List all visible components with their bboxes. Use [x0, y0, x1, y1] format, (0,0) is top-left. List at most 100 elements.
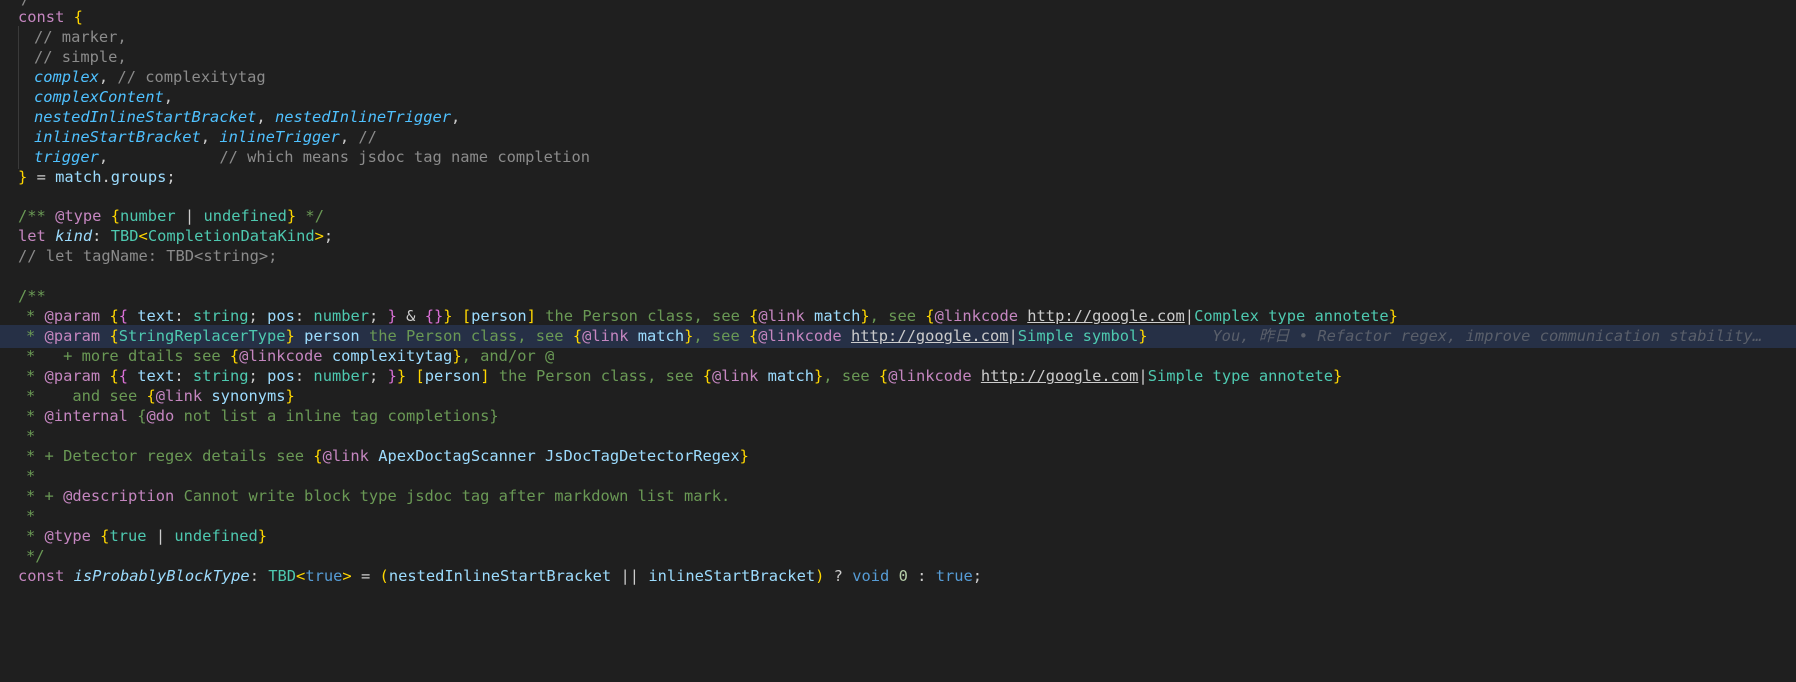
- code-token: */: [26, 547, 45, 565]
- git-blame-annotation[interactable]: You, 昨日 • Refactor regex, improve commun…: [1212, 327, 1762, 345]
- code-token: :: [917, 567, 927, 585]
- url-link[interactable]: http://google.com: [851, 327, 1009, 345]
- code-token: @param: [44, 327, 101, 345]
- code-token: the Person class, see: [368, 327, 564, 345]
- code-token: //: [358, 128, 377, 146]
- code-token: undefined: [174, 527, 258, 545]
- code-token: @internal: [44, 407, 128, 425]
- code-token: match: [55, 168, 102, 186]
- code-token: */: [305, 207, 324, 225]
- code-line[interactable]: // let tagName: TBD<string>;: [0, 245, 1796, 268]
- code-token: string: [192, 307, 249, 325]
- code-token: inlineStartBracket: [648, 567, 816, 585]
- code-token: the Person class, see: [498, 367, 694, 385]
- code-token: ||: [620, 567, 640, 585]
- code-token: |: [184, 207, 195, 225]
- code-token: @param: [44, 367, 101, 385]
- code-token: nestedInlineTrigger: [274, 108, 451, 126]
- code-token: @do: [146, 407, 175, 425]
- code-token: string: [192, 367, 249, 385]
- code-token: groups: [110, 168, 167, 186]
- code-token: @link: [582, 327, 629, 345]
- code-token: StringReplacerType: [118, 327, 286, 345]
- code-token: , see: [823, 367, 870, 385]
- code-token: @link: [155, 387, 203, 405]
- code-token: =: [36, 168, 46, 186]
- code-token: const: [18, 567, 65, 585]
- code-token: @type: [44, 527, 91, 545]
- code-token: let: [18, 227, 46, 245]
- code-token: // let tagName: TBD<string>;: [18, 247, 278, 265]
- code-token: pos: [267, 307, 295, 325]
- code-token: , see: [693, 327, 740, 345]
- code-token: , see: [869, 307, 917, 325]
- code-token: const: [18, 8, 65, 26]
- code-token: match: [814, 307, 861, 325]
- code-token: nestedInlineStartBracket: [34, 108, 257, 126]
- code-token: // complexitytag: [117, 68, 266, 86]
- code-token: inlineStartBracket: [34, 128, 201, 146]
- code-token: the Person class, see: [545, 307, 740, 325]
- code-token: *: [26, 427, 36, 445]
- code-token: + Detector regex details see: [44, 447, 304, 465]
- code-token: /**: [18, 287, 46, 305]
- code-token: number: [313, 367, 370, 385]
- code-token: number: [120, 207, 176, 225]
- code-token: , and/or @: [461, 347, 555, 365]
- code-token: Simple symbol: [1017, 327, 1139, 345]
- code-token: // simple,: [34, 48, 127, 66]
- code-token: |: [155, 527, 166, 545]
- code-token: kind: [55, 227, 93, 245]
- code-token: true: [935, 567, 973, 585]
- code-line[interactable]: } = match.groups;: [0, 166, 1796, 189]
- code-token: /**: [18, 207, 46, 225]
- code-token: complex: [34, 68, 99, 86]
- code-token: match: [767, 367, 814, 385]
- code-token: true: [109, 527, 147, 545]
- code-token: {: [73, 8, 83, 26]
- code-token: complexContent: [34, 88, 164, 106]
- code-token: TBD: [268, 567, 297, 585]
- code-token: @linkcode: [888, 367, 972, 385]
- code-token: *: [26, 507, 36, 525]
- code-token: @description: [63, 487, 175, 505]
- code-token: person: [304, 327, 360, 345]
- code-token: TBD: [110, 227, 139, 245]
- code-token: Cannot write block type jsdoc tag after …: [183, 487, 731, 505]
- url-link[interactable]: http://google.com: [981, 367, 1139, 385]
- code-token: @link: [758, 307, 805, 325]
- code-token: @linkcode: [758, 327, 842, 345]
- code-token: number: [313, 307, 370, 325]
- code-token: }: [18, 168, 28, 186]
- code-token: // which means jsdoc tag name completion: [219, 148, 590, 166]
- code-token: pos: [267, 367, 295, 385]
- code-token: text: [137, 367, 175, 385]
- code-token: *: [26, 467, 36, 485]
- code-token: ApexDoctagScanner: [378, 447, 536, 465]
- code-token: void: [852, 567, 890, 585]
- code-token: 0: [898, 567, 908, 585]
- code-token: undefined: [203, 207, 287, 225]
- code-token: inlineTrigger: [219, 128, 340, 146]
- code-editor[interactable]: / const { // marker, // simple, complex,…: [0, 0, 1796, 682]
- code-token: // marker,: [34, 28, 127, 46]
- code-token: @linkcode: [239, 347, 323, 365]
- code-token: + more dtails see: [63, 347, 221, 365]
- code-token: not list a inline tag completions}: [183, 407, 499, 425]
- code-token: Complex type annotete: [1194, 307, 1389, 325]
- url-link[interactable]: http://google.com: [1027, 307, 1185, 325]
- code-token: nestedInlineStartBracket: [388, 567, 612, 585]
- code-token: @link: [322, 447, 369, 465]
- code-token: @type: [55, 207, 102, 225]
- code-token: Simple type annotete: [1147, 367, 1334, 385]
- code-token: CompletionDataKind: [147, 227, 315, 245]
- code-line[interactable]: const isProbablyBlockType: TBD<true> = (…: [0, 565, 1796, 588]
- code-token: person: [471, 307, 527, 325]
- code-token: @param: [44, 307, 101, 325]
- code-token: text: [137, 307, 175, 325]
- code-token: JsDocTagDetectorRegex: [545, 447, 740, 465]
- code-token: @linkcode: [934, 307, 1018, 325]
- code-token: true: [305, 567, 343, 585]
- code-token: isProbablyBlockType: [73, 567, 250, 585]
- code-token: @link: [712, 367, 759, 385]
